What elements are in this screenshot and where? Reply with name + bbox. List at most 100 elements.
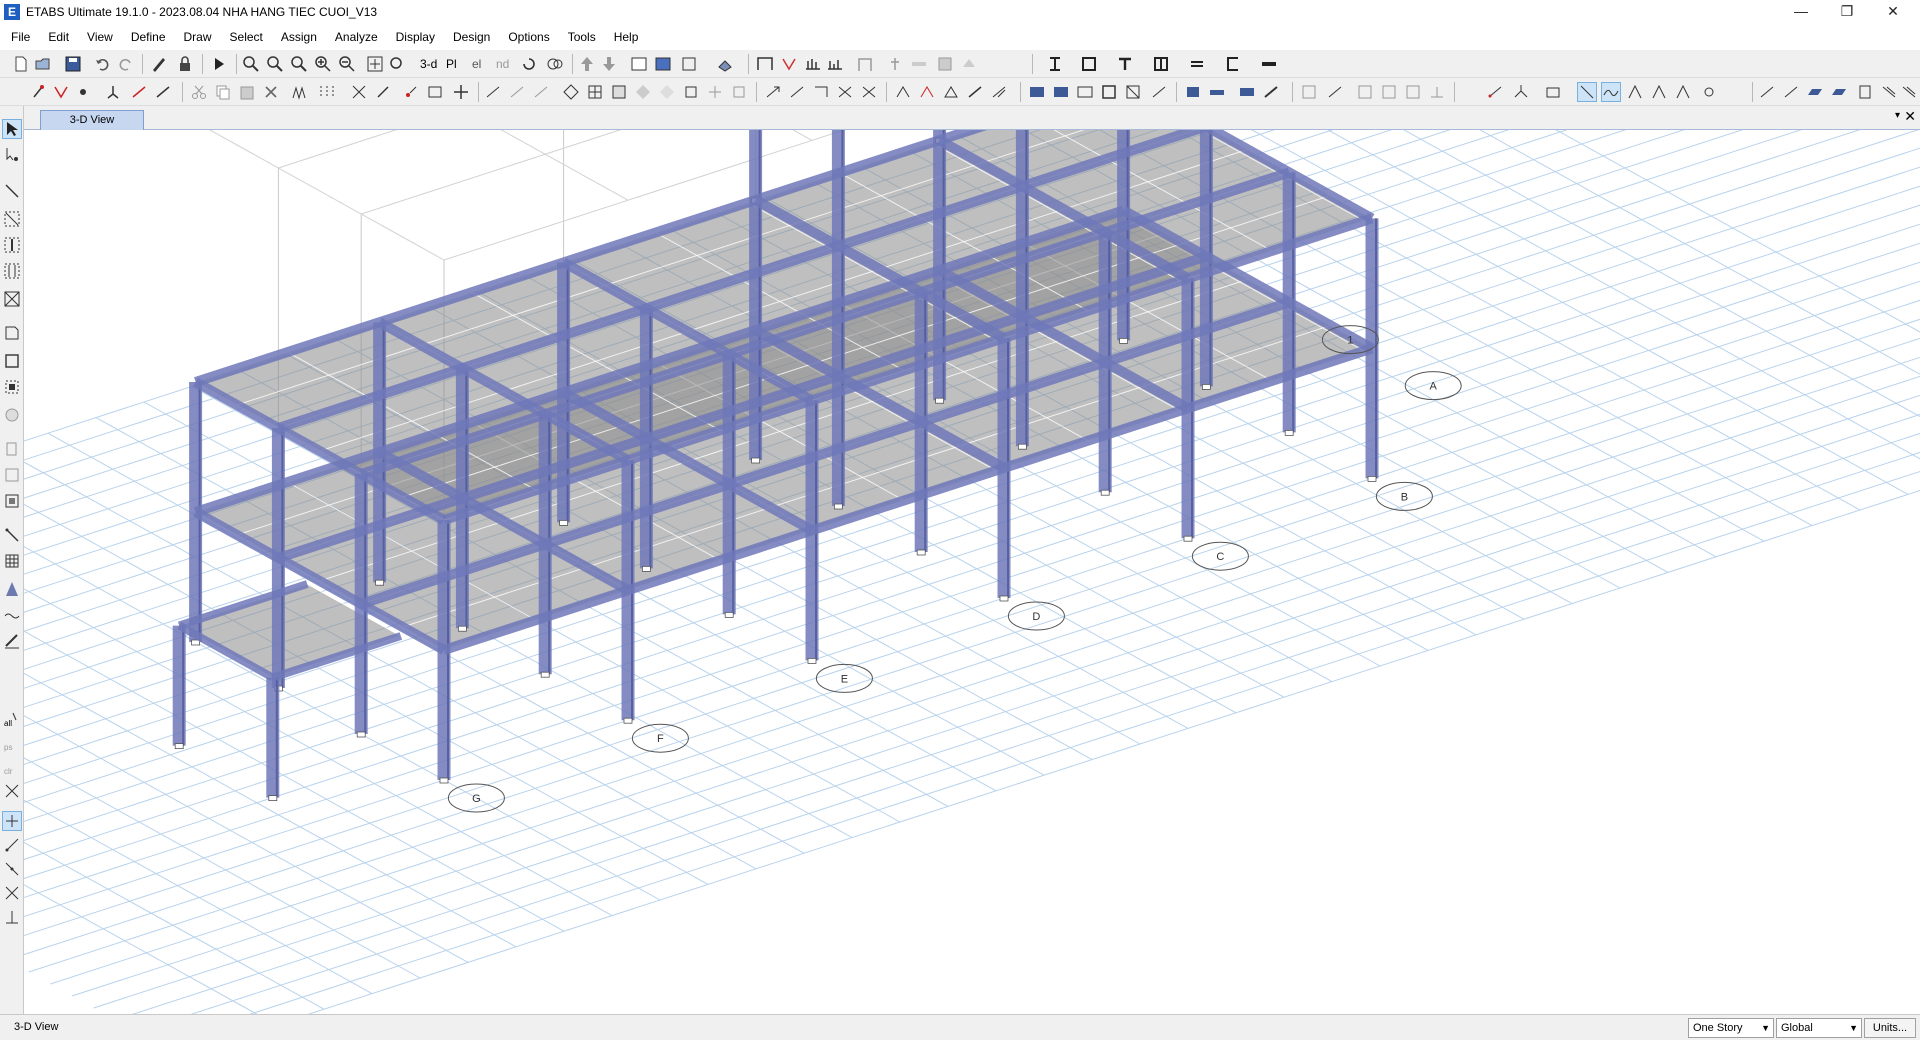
draw-brace-icon[interactable] (3, 262, 21, 280)
draw-floor-icon[interactable] (3, 324, 21, 342)
shell-design-icon[interactable] (886, 55, 904, 73)
load-wind-icon[interactable] (860, 83, 878, 101)
run-analysis-icon[interactable] (210, 55, 228, 73)
pointer-icon[interactable] (2, 119, 22, 139)
menu-design[interactable]: Design (444, 24, 499, 50)
shell-property-icon[interactable] (610, 83, 628, 101)
open-icon[interactable] (34, 55, 52, 73)
clear-select-icon[interactable]: clr (3, 758, 21, 776)
extrude-view-icon[interactable] (716, 55, 734, 73)
tab-3d-view[interactable]: 3-D View (40, 110, 144, 130)
snap-point-tb-icon[interactable] (1326, 83, 1344, 101)
rubber-band-zoom-icon[interactable] (388, 55, 406, 73)
snap-point-icon[interactable] (2, 811, 22, 831)
menu-tools[interactable]: Tools (559, 24, 605, 50)
frame-offsets-icon[interactable] (508, 83, 526, 101)
coordinate-system-combo[interactable]: Global ▼ (1776, 1018, 1862, 1038)
zoom-window-icon[interactable] (242, 55, 260, 73)
minimize-button[interactable]: — (1778, 0, 1824, 24)
display-tables-icon[interactable] (1076, 83, 1094, 101)
menu-view[interactable]: View (78, 24, 122, 50)
zoom-in-icon[interactable] (314, 55, 332, 73)
snap-intersection-tb-icon[interactable] (1486, 83, 1504, 101)
snap-center-icon[interactable] (1674, 83, 1692, 101)
snap-end-tb-icon[interactable] (1380, 83, 1398, 101)
menu-analyze[interactable]: Analyze (326, 24, 387, 50)
shell-local-axes-icon[interactable] (730, 83, 748, 101)
copy-icon[interactable] (214, 83, 232, 101)
select-all-icon[interactable]: all (3, 710, 21, 728)
show-forces-icon[interactable] (894, 83, 912, 101)
move-down-icon[interactable] (600, 55, 618, 73)
draw-section-cut-icon[interactable] (3, 440, 21, 458)
snap-perp-tb-icon[interactable] (1428, 83, 1446, 101)
tables-icon[interactable] (1052, 83, 1070, 101)
zoom-restore-icon[interactable] (266, 55, 284, 73)
draw-wall-tb-icon[interactable] (1262, 83, 1280, 101)
display-links-icon[interactable] (1150, 83, 1168, 101)
draw-ruler-icon[interactable] (3, 632, 21, 650)
composite-design-icon[interactable] (960, 55, 978, 73)
snap-quadrant-icon[interactable] (1650, 83, 1668, 101)
load-frame-icon[interactable] (788, 83, 806, 101)
show-displacements-icon[interactable] (942, 83, 960, 101)
zoom-all-icon[interactable] (290, 55, 308, 73)
snap-middle-tb-icon[interactable] (1404, 83, 1422, 101)
draw-wave-icon[interactable] (3, 606, 21, 624)
reshape-icon[interactable] (3, 146, 21, 164)
section-channel-icon[interactable] (1224, 55, 1242, 73)
model-3d-viewport[interactable]: G F E D C B A 1 (24, 130, 1920, 1014)
snap-line-icon[interactable] (1356, 83, 1374, 101)
rotate-view-icon[interactable] (520, 55, 538, 73)
save-icon[interactable] (64, 55, 82, 73)
menu-edit[interactable]: Edit (39, 24, 78, 50)
draw-grid-icon[interactable] (3, 406, 21, 424)
draw-deck-icon[interactable] (1830, 83, 1848, 101)
draw-dimension-icon[interactable] (3, 466, 21, 484)
redo-icon[interactable] (116, 55, 134, 73)
building-view-options-icon[interactable] (680, 55, 698, 73)
set-display-options-icon[interactable] (630, 55, 648, 73)
wall-design-icon[interactable] (936, 55, 954, 73)
draw-frame-icon[interactable] (3, 182, 21, 200)
display-frames-icon[interactable] (1100, 83, 1118, 101)
delete-icon[interactable] (262, 83, 280, 101)
model-explorer-icon[interactable] (1028, 83, 1046, 101)
divide-frames-icon[interactable] (318, 83, 336, 101)
draw-reference-icon[interactable] (3, 492, 21, 510)
pan-icon[interactable] (366, 55, 384, 73)
select-intersect-icon[interactable] (3, 782, 21, 800)
frame-select-icon[interactable] (52, 83, 70, 101)
previous-select-icon[interactable]: ps (3, 734, 21, 752)
assign-diaphragm-icon[interactable] (130, 83, 148, 101)
new-model-icon[interactable] (12, 55, 30, 73)
align-icon[interactable] (374, 83, 392, 101)
close-button[interactable]: ✕ (1870, 0, 1916, 24)
menu-options[interactable]: Options (499, 24, 558, 50)
story-response-icon[interactable] (826, 55, 844, 73)
plan-view-button[interactable]: Pl (446, 57, 466, 75)
snap-curve-icon[interactable] (1601, 82, 1621, 102)
menu-help[interactable]: Help (605, 24, 648, 50)
shell-pier-icon[interactable] (682, 83, 700, 101)
draw-opening-icon[interactable] (3, 352, 21, 370)
units-button[interactable]: Units... (1864, 1018, 1916, 1038)
snap-active-icon[interactable] (1577, 82, 1597, 102)
show-drifts-icon[interactable] (966, 83, 984, 101)
draw-brace-tb-icon[interactable] (1238, 83, 1256, 101)
draw-wall-icon[interactable] (3, 290, 21, 308)
frame-releases-icon[interactable] (484, 83, 502, 101)
draw-beam-tb-icon[interactable] (1208, 83, 1226, 101)
draw-ramp-icon[interactable] (1880, 83, 1898, 101)
merge-icon[interactable] (350, 83, 368, 101)
draw-table-grid-icon[interactable] (3, 552, 21, 570)
display-shells-icon[interactable] (1124, 83, 1142, 101)
elevation-view-button[interactable]: el (472, 57, 492, 75)
draw-wall-stack-left-icon[interactable] (3, 580, 21, 598)
snap-perpendicular-icon[interactable] (3, 908, 21, 926)
menu-draw[interactable]: Draw (175, 24, 221, 50)
tab-dropdown-icon[interactable]: ▾ (1895, 110, 1900, 121)
menu-define[interactable]: Define (122, 24, 175, 50)
draw-tendon-left-icon[interactable] (3, 526, 21, 544)
section-i-icon[interactable] (1046, 55, 1064, 73)
